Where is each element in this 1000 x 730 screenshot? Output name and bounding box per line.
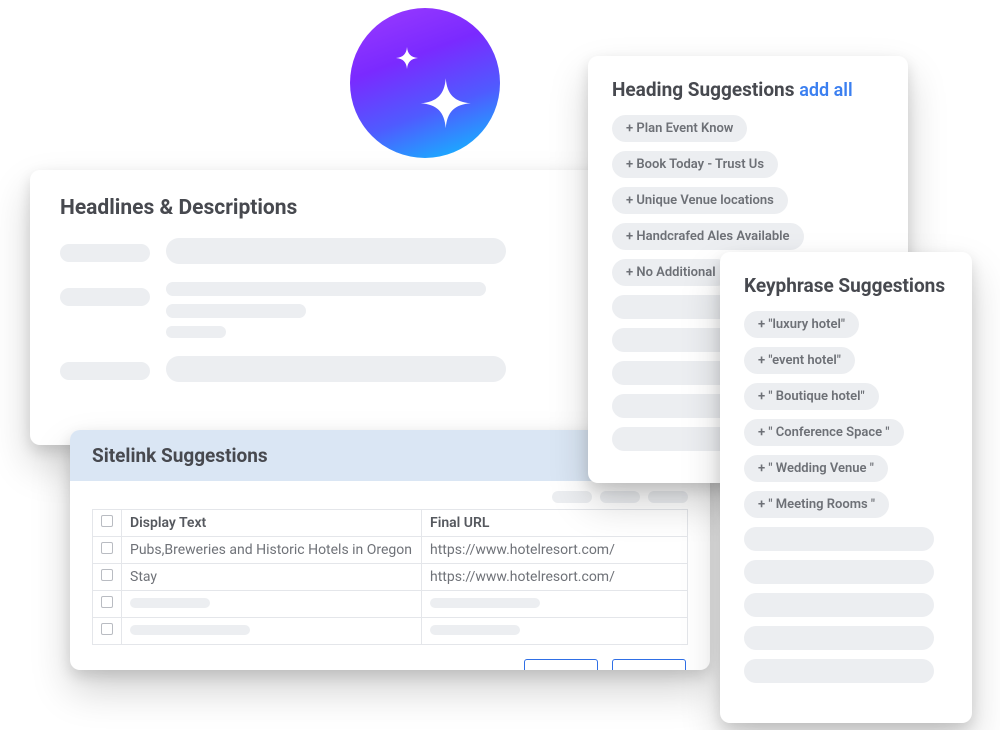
suggestion-chip-blank[interactable] [744,626,934,650]
placeholder [166,282,486,296]
placeholder [60,288,150,306]
suggestion-chip[interactable]: + " Wedding Venue " [744,455,888,482]
table-header-row: Display Text Final URL [93,510,688,537]
suggestion-chip[interactable]: + " Conference Space " [744,419,904,446]
suggestion-chip-blank[interactable] [612,328,732,352]
keyphrase-suggestions-card: Keyphrase Suggestions + "luxury hotel" +… [720,252,972,723]
suggestion-chip[interactable]: + " Meeting Rooms " [744,491,889,518]
suggestion-chip-blank[interactable] [744,527,934,551]
sparkle-icon [375,33,475,133]
heading-suggestions-title-text: Heading Suggestions [612,78,794,101]
placeholder [60,362,150,380]
checkbox-icon[interactable] [101,623,113,635]
suggestion-chip[interactable]: + No Additional [612,259,730,286]
suggestion-chip-blank[interactable] [612,361,732,385]
cell-display-text: Pubs,Breweries and Historic Hotels in Or… [122,537,422,564]
headlines-title: Headlines & Descriptions [60,196,670,220]
placeholder [648,491,688,503]
cell-display-text: Stay [122,564,422,591]
suggestion-chip-blank[interactable] [612,295,732,319]
suggestion-chip-blank[interactable] [612,394,732,418]
placeholder [552,491,592,503]
table-row[interactable]: Pubs,Breweries and Historic Hotels in Or… [93,537,688,564]
sitelink-table: Display Text Final URL Pubs,Breweries an… [92,509,688,645]
cell-final-url: https://www.hotelresort.com/ [422,537,688,564]
suggestion-chip-blank[interactable] [744,560,934,584]
table-row[interactable] [93,591,688,618]
checkbox-icon[interactable] [101,515,113,527]
placeholder [130,598,210,608]
action-button[interactable] [612,659,686,670]
checkbox-icon[interactable] [101,596,113,608]
sitelink-button-row [70,645,710,670]
add-all-link[interactable]: add all [799,80,852,101]
suggestion-chip[interactable]: + " Boutique hotel" [744,383,879,410]
suggestion-chip-blank[interactable] [744,593,934,617]
placeholder [166,238,506,264]
suggestion-chip[interactable]: + "event hotel" [744,347,855,374]
placeholder [60,244,150,262]
placeholder [430,625,520,635]
placeholder [166,304,306,318]
placeholder [430,598,540,608]
sparkle-badge [350,8,500,158]
suggestion-chip[interactable]: + Handcrafed Ales Available [612,223,804,250]
placeholder [130,625,250,635]
suggestion-chip[interactable]: + "luxury hotel" [744,311,859,338]
checkbox-icon[interactable] [101,569,113,581]
table-row[interactable]: Stay https://www.hotelresort.com/ [93,564,688,591]
col-final-url: Final URL [422,510,688,537]
select-all-cell[interactable] [93,510,122,537]
action-button[interactable] [524,659,598,670]
keyphrase-chip-list: + "luxury hotel" + "event hotel" + " Bou… [744,311,948,683]
placeholder [600,491,640,503]
placeholder [166,356,506,382]
suggestion-chip-blank[interactable] [612,427,732,451]
keyphrase-suggestions-title: Keyphrase Suggestions [744,274,948,297]
suggestion-chip[interactable]: + Unique Venue locations [612,187,788,214]
placeholder [166,326,226,338]
col-display-text: Display Text [122,510,422,537]
table-row[interactable] [93,618,688,645]
sitelink-toolbar [70,481,710,509]
suggestion-chip[interactable]: + Plan Event Know [612,115,747,142]
suggestion-chip-blank[interactable] [744,659,934,683]
heading-suggestions-title: Heading Suggestions add all [612,78,884,101]
checkbox-icon[interactable] [101,542,113,554]
cell-final-url: https://www.hotelresort.com/ [422,564,688,591]
suggestion-chip[interactable]: + Book Today - Trust Us [612,151,778,178]
